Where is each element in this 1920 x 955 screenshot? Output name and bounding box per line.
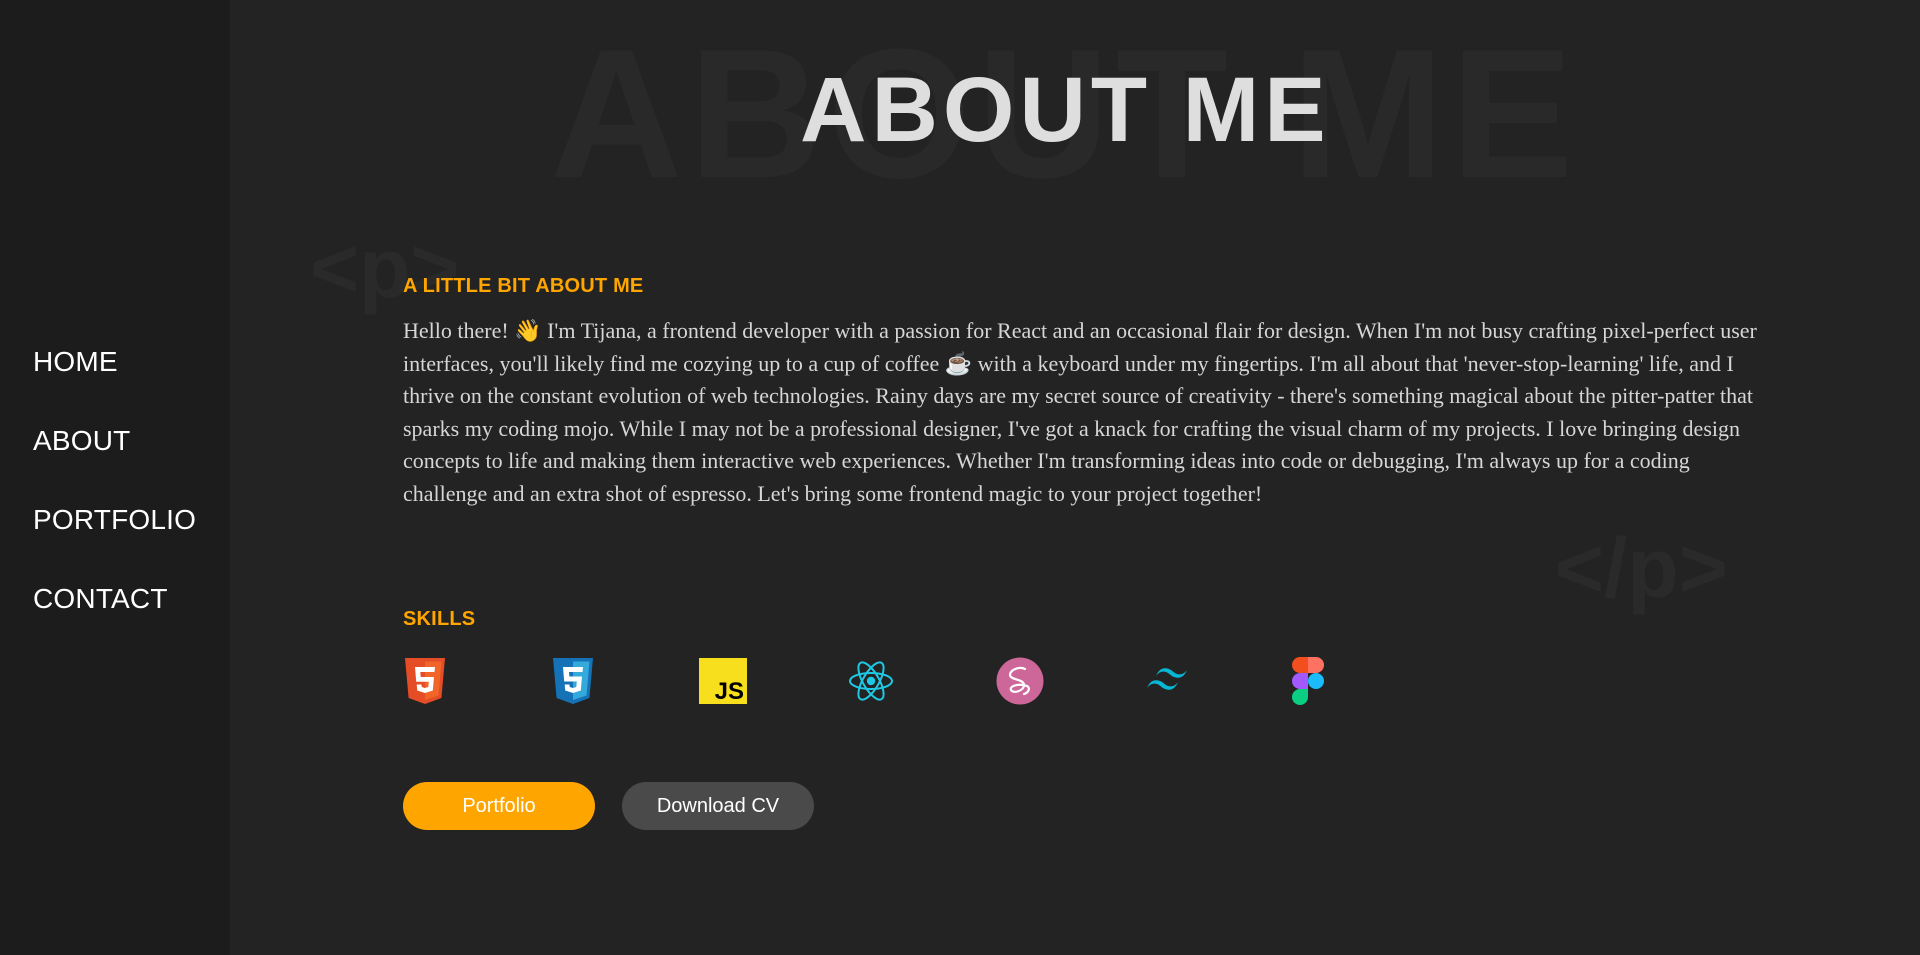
skill-sass [995,656,1143,706]
skills-list: JS [403,656,1439,706]
css3-icon [553,658,593,704]
html5-icon [405,658,445,704]
main-content: ABOUT ME ABOUT ME <p> </p> A LITTLE BIT … [230,0,1920,955]
skills-heading: SKILLS [403,608,476,630]
nav-item-portfolio[interactable]: PORTFOLIO [33,503,196,537]
skill-javascript: JS [699,656,847,706]
nav-item-home[interactable]: HOME [33,345,196,379]
download-cv-button[interactable]: Download CV [622,782,814,830]
main-nav: HOME ABOUT PORTFOLIO CONTACT [33,345,196,616]
skill-react [847,656,995,706]
bio-paragraph: Hello there! 👋 I'm Tijana, a frontend de… [403,318,1757,506]
about-heading: A LITTLE BIT ABOUT ME [403,275,644,297]
skill-figma [1291,656,1439,706]
portfolio-button[interactable]: Portfolio [403,782,595,830]
sass-icon [996,657,1044,705]
skill-html5 [403,656,551,706]
javascript-icon: JS [699,658,747,704]
tailwind-icon [1147,668,1187,690]
page-title: ABOUT ME [800,59,1331,161]
decorative-open-tag: <p> [310,221,460,315]
skill-css3 [551,656,699,706]
figma-icon [1292,657,1324,705]
sidebar: HOME ABOUT PORTFOLIO CONTACT [0,0,230,955]
react-icon [849,661,893,701]
nav-item-contact[interactable]: CONTACT [33,582,196,616]
decorative-close-tag: </p> [1555,521,1728,615]
svg-text:JS: JS [715,678,744,704]
nav-item-about[interactable]: ABOUT [33,424,196,458]
skill-tailwind [1143,656,1291,706]
